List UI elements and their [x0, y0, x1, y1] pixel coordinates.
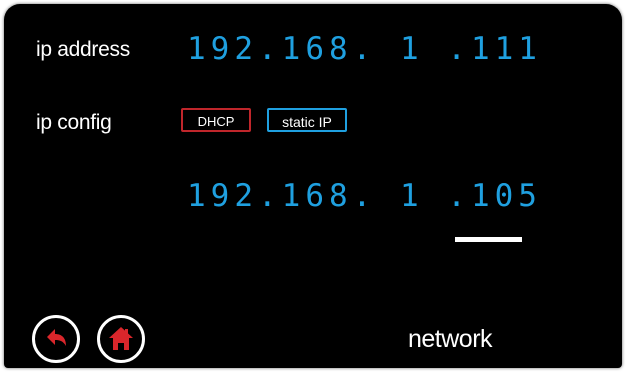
home-button[interactable]: [97, 315, 145, 363]
static-ip-input[interactable]: 192.168. 1 .105: [187, 178, 542, 214]
ip-address-label: ip address: [36, 38, 130, 61]
network-screen: ip address 192.168. 1 .111 ip config DHC…: [4, 4, 622, 368]
back-button[interactable]: [32, 315, 80, 363]
page-title: network: [408, 325, 493, 353]
back-arrow-icon: [47, 329, 66, 346]
dhcp-button[interactable]: DHCP: [181, 108, 251, 132]
ip-config-label: ip config: [36, 111, 112, 134]
home-icon: [109, 327, 133, 350]
static-ip-button[interactable]: static IP: [267, 108, 347, 132]
octet-edit-cursor: [455, 237, 522, 242]
ip-address-value: 192.168. 1 .111: [187, 31, 542, 67]
